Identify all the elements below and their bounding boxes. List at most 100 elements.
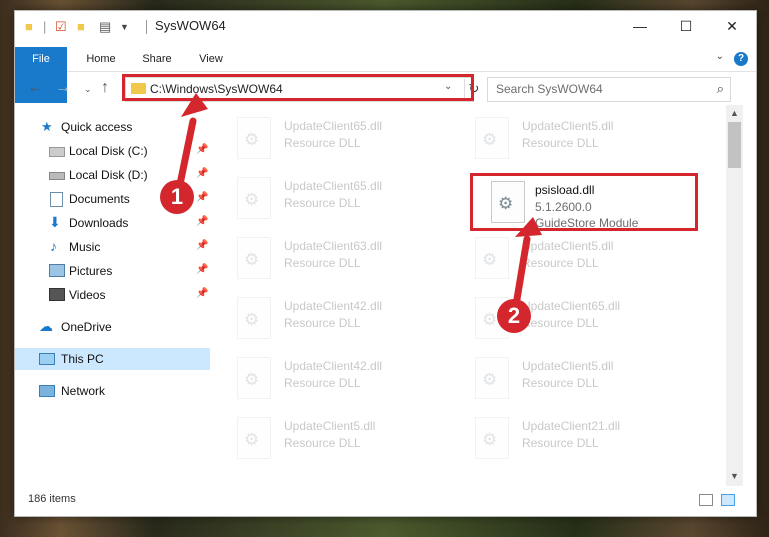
close-button[interactable]: ✕: [709, 11, 755, 42]
file-tile[interactable]: ⚙ UpdateClient5.dll Resource DLL: [451, 110, 676, 166]
title-bar: ■ | ☑ ■ ▤ ▼ SysWOW64 — ☐ ✕: [15, 11, 756, 42]
file-tile[interactable]: ⚙ UpdateClient65.dll Resource DLL: [213, 170, 438, 226]
vertical-scrollbar[interactable]: ▲ ▼: [726, 105, 743, 486]
nav-label: Documents: [69, 192, 130, 206]
status-bar: 186 items: [15, 487, 756, 516]
customize-qat-icon[interactable]: ▤: [99, 19, 111, 35]
pin-icon: 📌: [196, 264, 209, 275]
pictures-icon: [49, 264, 65, 277]
gear-icon: ⚙: [244, 250, 260, 269]
back-arrow-icon[interactable]: ←: [27, 79, 43, 97]
download-icon: ⬇: [49, 214, 61, 230]
new-folder-icon[interactable]: ■: [77, 19, 85, 34]
gear-icon: ⚙: [244, 190, 260, 209]
details-view-icon[interactable]: [699, 494, 713, 506]
nav-item-quick-access[interactable]: ★ Quick access: [15, 116, 210, 138]
nav-item-local-disk-c[interactable]: Local Disk (C:) 📌: [15, 140, 210, 162]
file-name: UpdateClient42.dll: [284, 299, 383, 313]
file-description: Resource DLL: [522, 376, 599, 390]
recent-locations-icon[interactable]: ⌄: [84, 84, 92, 95]
file-description: Resource DLL: [522, 256, 599, 270]
minimize-button[interactable]: —: [617, 11, 663, 42]
callout-badge-2: 2: [497, 299, 531, 333]
documents-icon: [50, 192, 63, 207]
gear-icon: ⚙: [482, 310, 498, 329]
drive-icon: [49, 147, 65, 157]
search-input[interactable]: Search SysWOW64: [496, 82, 603, 96]
tab-share[interactable]: Share: [135, 47, 179, 71]
file-tile[interactable]: ⚙ UpdateClient63.dll Resource DLL: [213, 230, 438, 286]
help-icon[interactable]: ?: [734, 52, 748, 66]
nav-label: Videos: [69, 288, 106, 302]
nav-item-onedrive[interactable]: ☁ OneDrive: [15, 316, 210, 338]
dll-file-icon: ⚙: [237, 297, 271, 339]
up-arrow-icon[interactable]: ↑: [101, 79, 109, 97]
star-icon: ★: [41, 119, 53, 134]
properties-icon[interactable]: ☑: [55, 19, 67, 35]
gear-icon: ⚙: [244, 370, 260, 389]
file-name: UpdateClient21.dll: [522, 419, 621, 433]
qat-separator: |: [43, 19, 47, 34]
file-name: UpdateClient5.dll: [522, 239, 614, 253]
nav-item-downloads[interactable]: ⬇ Downloads 📌: [15, 212, 210, 234]
scroll-down-icon[interactable]: ▼: [730, 471, 739, 481]
file-tile[interactable]: ⚙ UpdateClient42.dll Resource DLL: [213, 290, 438, 346]
qat-dropdown-icon[interactable]: ▼: [120, 22, 129, 32]
scroll-up-icon[interactable]: ▲: [730, 108, 739, 118]
tiles-view-icon[interactable]: [721, 494, 735, 506]
file-tile[interactable]: ⚙ UpdateClient65.dll Resource DLL: [451, 290, 676, 346]
file-tile[interactable]: ⚙ UpdateClient5.dll Resource DLL: [213, 410, 438, 466]
file-name: UpdateClient5.dll: [522, 119, 614, 133]
nav-label: Pictures: [69, 264, 113, 278]
gear-icon: ⚙: [244, 430, 260, 449]
dll-file-icon: ⚙: [237, 117, 271, 159]
pin-icon: 📌: [196, 192, 209, 203]
dll-file-icon: ⚙: [475, 237, 509, 279]
tab-home[interactable]: Home: [77, 47, 125, 71]
search-icon[interactable]: ⌕: [717, 81, 724, 97]
nav-item-music[interactable]: ♪ Music 📌: [15, 236, 210, 258]
file-description: Resource DLL: [284, 436, 361, 450]
file-description: Resource DLL: [522, 136, 599, 150]
address-bar-highlight: [122, 74, 474, 101]
monitor-icon: [39, 353, 55, 365]
file-tile[interactable]: ⚙ UpdateClient5.dll Resource DLL: [451, 350, 676, 406]
drive-icon: [49, 172, 65, 180]
network-icon: [39, 385, 55, 397]
file-description: Resource DLL: [522, 436, 599, 450]
nav-label: This PC: [61, 352, 104, 366]
file-name: UpdateClient65.dll: [522, 299, 621, 313]
title-separator: [146, 20, 147, 34]
nav-label: Music: [69, 240, 101, 254]
nav-item-network[interactable]: Network: [15, 380, 210, 402]
scroll-thumb[interactable]: [728, 122, 741, 168]
file-tile[interactable]: ⚙ UpdateClient65.dll Resource DLL: [213, 110, 438, 166]
gear-icon: ⚙: [482, 430, 498, 449]
file-name: UpdateClient65.dll: [284, 179, 383, 193]
expand-ribbon-icon[interactable]: ⌄: [716, 51, 724, 62]
file-name: UpdateClient42.dll: [284, 359, 383, 373]
search-box[interactable]: Search SysWOW64 ⌕: [487, 77, 731, 102]
explorer-window: ■ | ☑ ■ ▤ ▼ SysWOW64 — ☐ ✕ File Home Sha…: [14, 10, 757, 517]
file-list: ⚙ UpdateClient65.dll Resource DLL ⚙ Upda…: [213, 105, 725, 485]
forward-arrow-icon[interactable]: →: [55, 79, 71, 97]
item-count: 186 items: [28, 493, 76, 505]
file-tile[interactable]: ⚙ UpdateClient21.dll Resource DLL: [451, 410, 676, 466]
pin-icon: 📌: [196, 216, 209, 227]
pin-icon: 📌: [196, 144, 209, 155]
nav-item-this-pc[interactable]: This PC: [15, 348, 210, 370]
file-name: UpdateClient65.dll: [284, 119, 383, 133]
nav-item-videos[interactable]: Videos 📌: [15, 284, 210, 306]
dll-file-icon: ⚙: [475, 117, 509, 159]
maximize-button[interactable]: ☐: [663, 11, 709, 42]
file-tile[interactable]: ⚙ UpdateClient5.dll Resource DLL: [451, 230, 676, 286]
nav-item-pictures[interactable]: Pictures 📌: [15, 260, 210, 282]
dll-file-icon: ⚙: [475, 357, 509, 399]
file-tile[interactable]: ⚙ UpdateClient42.dll Resource DLL: [213, 350, 438, 406]
file-name: UpdateClient5.dll: [522, 359, 614, 373]
gear-icon: ⚙: [244, 130, 260, 149]
dll-file-icon: ⚙: [237, 417, 271, 459]
nav-label: Network: [61, 384, 106, 398]
tab-view[interactable]: View: [191, 47, 231, 71]
folder-icon: ■: [25, 19, 33, 34]
